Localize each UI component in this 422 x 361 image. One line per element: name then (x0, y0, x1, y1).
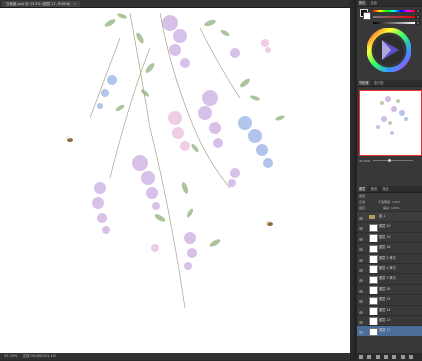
visibility-eye-icon[interactable] (358, 277, 364, 283)
color-value-3[interactable]: 0 (415, 21, 421, 25)
layer-name[interactable]: 图层 20 (379, 222, 390, 231)
layer-row[interactable]: 图层 15 (357, 294, 422, 306)
visibility-eye-icon[interactable] (358, 236, 364, 241)
color-panel: 颜色 色板 0 0 0 (357, 0, 422, 80)
document-tab[interactable]: 白紫藤.psd @ 33.3% (图层 17, RGB/8) × (2, 1, 81, 7)
folder-icon (369, 215, 375, 219)
visibility-eye-icon[interactable] (358, 215, 364, 220)
layer-row[interactable]: 图层 14 (357, 304, 422, 316)
color-wheel[interactable] (367, 28, 411, 72)
navigator-panel-tabs: 导航器 直方图 (357, 80, 422, 87)
status-bar: 33.33% 文档:39.8M/251.1M (0, 353, 350, 360)
layer-row[interactable]: 图层 13 (357, 314, 422, 326)
fill-value[interactable]: 100% (391, 206, 400, 210)
color-panel-tabs: 颜色 色板 (357, 0, 422, 7)
tab-swatches[interactable]: 色板 (369, 0, 379, 6)
visibility-eye-icon[interactable] (358, 319, 364, 324)
layer-filter-select[interactable]: 类型 (359, 194, 365, 198)
opacity-value[interactable]: 100% (392, 200, 401, 204)
layers-panel: 图层 通道 路径 类型 正常 不透明度: 100% 锁定: 填充: 100% 组… (357, 186, 422, 360)
visibility-eye-icon[interactable] (358, 288, 364, 293)
background-color-swatch[interactable] (363, 12, 371, 20)
bee-left (66, 136, 73, 142)
tab-channels[interactable]: 通道 (369, 186, 379, 192)
layer-list: 组 1 图层 20 图层 19 图层 18 图层 5 拷贝 图层 4 拷贝 图层 3 拷贝图… (357, 211, 422, 337)
opacity-label: 不透明度: (377, 200, 391, 204)
visibility-eye-icon[interactable] (358, 257, 364, 262)
visibility-eye-icon[interactable] (358, 309, 364, 314)
navigator-zoom-row: 33.33% (359, 158, 420, 163)
hue-slider[interactable] (373, 10, 415, 12)
close-tab-icon[interactable]: × (73, 2, 76, 6)
navigator-zoom-value[interactable]: 33.33% (359, 159, 370, 163)
visibility-eye-icon[interactable] (358, 329, 364, 335)
layer-name[interactable]: 图层 4 拷贝 (379, 264, 396, 273)
tab-histogram[interactable]: 直方图 (372, 80, 386, 86)
new-layer-icon[interactable] (400, 354, 405, 359)
layer-name[interactable]: 图层 18 (379, 243, 390, 252)
lock-label: 锁定: (359, 206, 367, 210)
wisteria-illustration (66, 12, 285, 309)
layer-name[interactable]: 组 1 (379, 212, 385, 221)
tab-color[interactable]: 颜色 (357, 0, 368, 6)
layer-name[interactable]: 图层 5 拷贝 (379, 254, 396, 263)
layer-name[interactable]: 图层 15 (379, 295, 390, 304)
zoom-slider-handle[interactable] (388, 158, 391, 162)
layer-group-row[interactable]: 组 1 (357, 211, 422, 222)
add-mask-icon[interactable] (375, 354, 380, 359)
layer-row[interactable]: 图层 20 (357, 221, 422, 233)
layer-name[interactable]: 图层 19 (379, 233, 390, 242)
color-value-2[interactable]: 0 (415, 15, 421, 19)
visibility-eye-icon[interactable] (358, 267, 364, 272)
visibility-eye-icon[interactable] (358, 246, 364, 252)
layer-row[interactable]: 图层 4 拷贝 (357, 262, 422, 274)
adjustment-layer-icon[interactable] (384, 354, 388, 359)
layers-footer (357, 353, 422, 360)
navigator-zoom-slider[interactable] (373, 158, 413, 162)
tab-layers[interactable]: 图层 (357, 186, 368, 192)
layer-name[interactable]: 图层 14 (379, 306, 390, 315)
tab-paths[interactable]: 路径 (380, 186, 390, 192)
bee-right (266, 220, 273, 226)
link-layers-icon[interactable] (358, 354, 363, 359)
layer-row[interactable]: 图层 3 拷贝 (357, 273, 422, 285)
layer-row[interactable]: 图层 5 拷贝 (357, 252, 422, 264)
delete-layer-icon[interactable] (409, 354, 414, 359)
panel-dock: 颜色 色板 0 0 0 导航器 直方图 33.33% 图层 通道 路径 类型 正… (357, 0, 422, 360)
layers-panel-tabs: 图层 通道 路径 (357, 186, 422, 193)
saturation-slider[interactable] (373, 16, 415, 18)
new-group-icon[interactable] (392, 354, 397, 359)
document-title: 白紫藤.psd @ 33.3% (图层 17, RGB/8) (6, 2, 71, 6)
status-zoom[interactable]: 33.33% (4, 354, 17, 358)
layer-name[interactable]: 图层 13 (379, 316, 390, 325)
navigator-panel: 导航器 直方图 33.33% (357, 80, 422, 180)
layer-thumbnail (369, 327, 378, 337)
visibility-eye-icon[interactable] (358, 298, 364, 304)
visibility-eye-icon[interactable] (358, 225, 364, 231)
navigator-preview[interactable] (359, 90, 422, 156)
layer-name[interactable]: 图层 3 拷贝 (379, 274, 396, 283)
layer-name[interactable]: 图层 17 (379, 326, 390, 335)
layer-row[interactable]: 图层 16 (357, 283, 422, 295)
color-value-1[interactable]: 0 (415, 9, 421, 13)
brightness-slider[interactable] (373, 22, 415, 24)
layer-style-icon[interactable] (367, 354, 372, 359)
canvas[interactable] (0, 8, 350, 353)
navigator-thumbnail (376, 96, 408, 135)
layer-row[interactable]: 图层 19 (357, 231, 422, 243)
tab-navigator[interactable]: 导航器 (357, 80, 371, 86)
blend-mode-select[interactable]: 正常 (359, 200, 365, 204)
fill-label: 填充: (382, 206, 390, 210)
layer-row[interactable]: 图层 18 (357, 242, 422, 254)
status-doc-size: 文档:39.8M/251.1M (22, 354, 56, 358)
layer-name[interactable]: 图层 16 (379, 285, 390, 294)
document-tab-bar: 白紫藤.psd @ 33.3% (图层 17, RGB/8) × (0, 0, 350, 8)
layer-row[interactable]: 图层 17 (357, 325, 422, 337)
